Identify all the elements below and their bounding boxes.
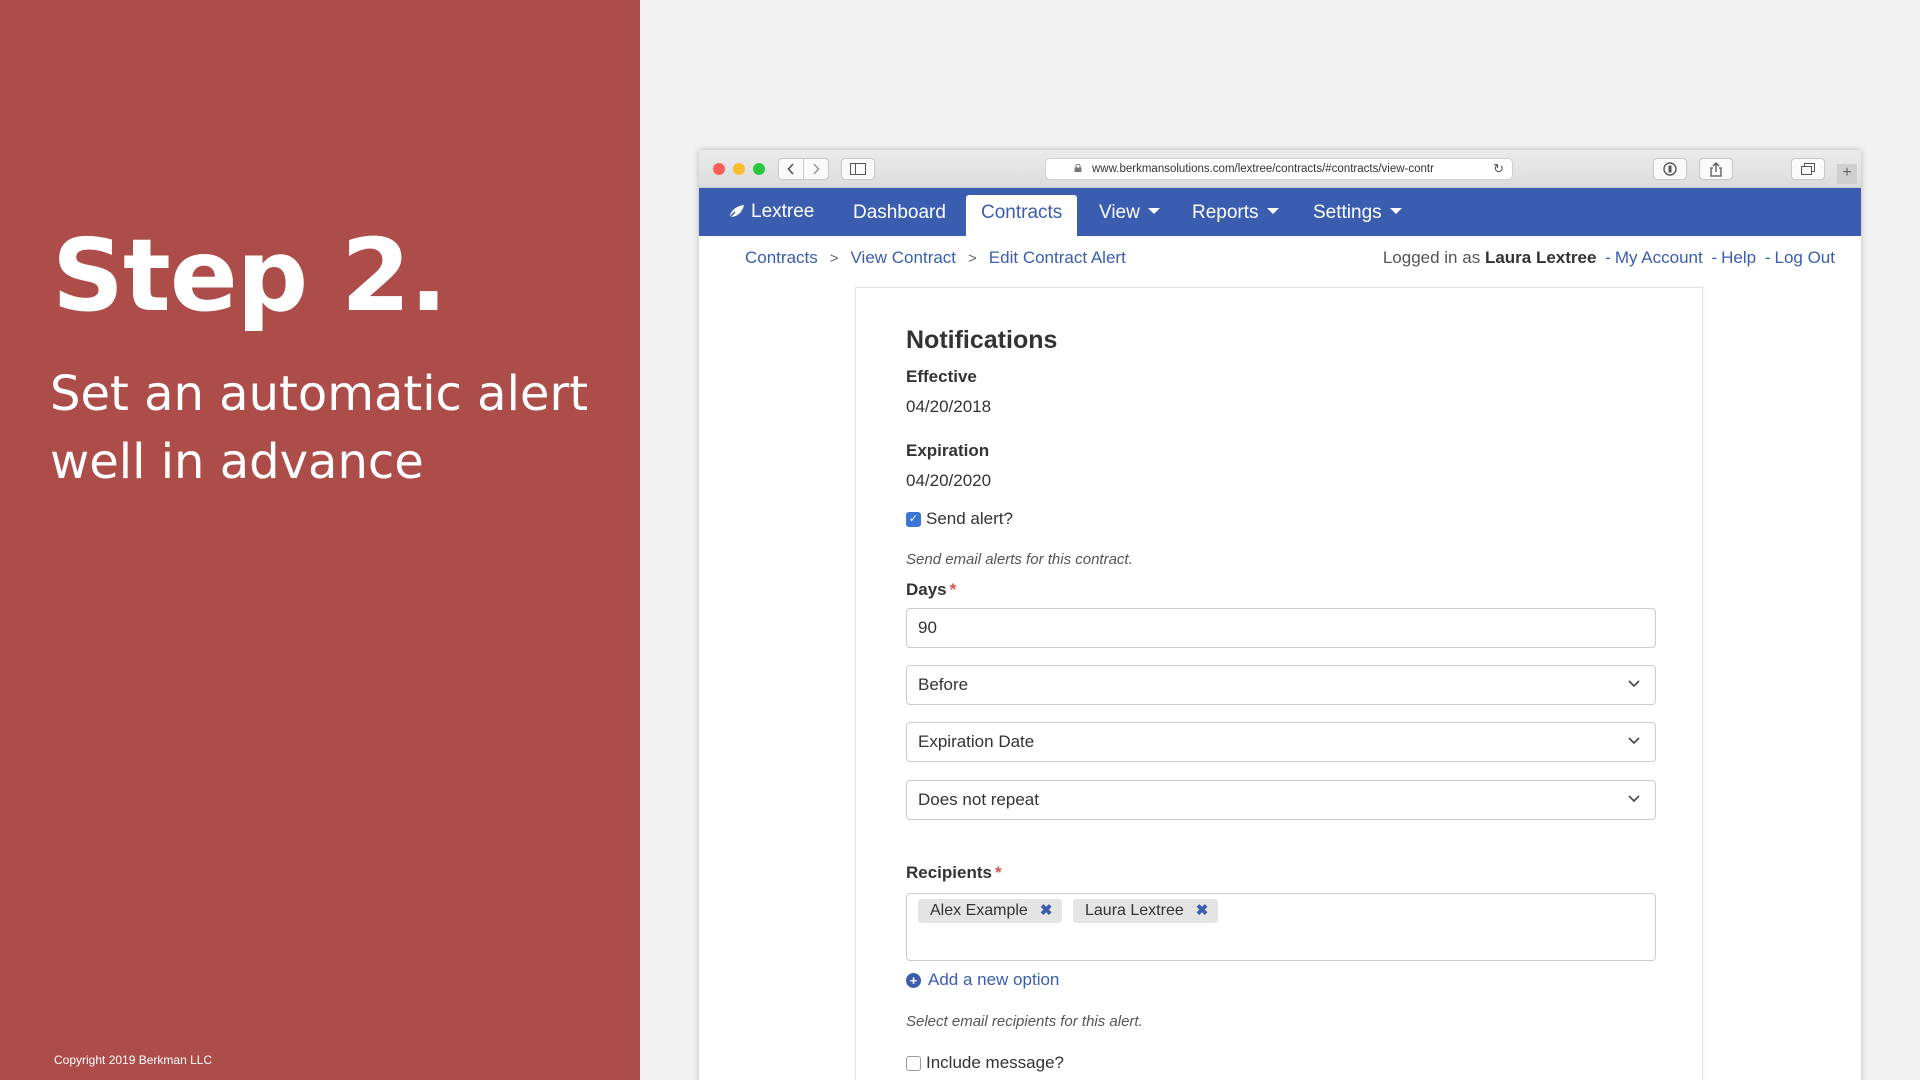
effective-value: 04/20/2018	[906, 397, 992, 416]
date-field-select[interactable]: Expiration Date	[906, 722, 1656, 762]
nav-brand[interactable]: Lextree	[727, 188, 814, 236]
new-tab-button[interactable]: +	[1837, 164, 1857, 184]
nav-reports-label: Reports	[1192, 202, 1259, 223]
repeat-select[interactable]: Does not repeat	[906, 780, 1656, 820]
send-alert-row[interactable]: ✓ Send alert?	[906, 509, 1013, 529]
recipient-tag-label: Alex Example	[930, 902, 1028, 919]
url-text: www.berkmansolutions.com/lextree/contrac…	[1092, 163, 1434, 175]
recipients-help: Select email recipients for this alert.	[906, 1013, 1143, 1030]
remove-recipient-icon[interactable]: ✖	[1040, 902, 1053, 919]
lock-icon	[1074, 164, 1082, 172]
nav-contracts[interactable]: Contracts	[966, 195, 1078, 236]
chevron-right-icon	[813, 163, 820, 175]
caret-down-icon	[1147, 207, 1160, 214]
nav-reports-menu[interactable]: Reports	[1192, 188, 1279, 236]
effective-label: Effective	[906, 367, 977, 386]
copyright-text: Copyright 2019 Berkman LLC	[54, 1053, 213, 1067]
close-window-button[interactable]	[713, 163, 725, 175]
separator: -	[1711, 248, 1718, 267]
caret-down-icon	[1389, 207, 1402, 214]
reload-icon[interactable]: ↻	[1493, 161, 1504, 177]
browser-titlebar: www.berkmansolutions.com/lextree/contrac…	[699, 150, 1861, 188]
send-alert-checkbox[interactable]: ✓	[906, 511, 921, 527]
nav-view-menu[interactable]: View	[1099, 188, 1160, 236]
zoom-window-button[interactable]	[753, 163, 765, 175]
separator: -	[1605, 248, 1611, 267]
sidebar-icon	[850, 163, 866, 175]
slide-panel: Step 2. Set an automatic alert well in a…	[0, 0, 640, 1080]
include-message-row[interactable]: Include message?	[906, 1053, 1064, 1073]
include-message-checkbox[interactable]	[906, 1055, 921, 1071]
privacy-report-button[interactable]	[1653, 158, 1687, 180]
breadcrumb: Contracts > View Contract > Edit Contract Al…	[745, 248, 1126, 268]
user-name: Laura Lextree	[1484, 248, 1597, 267]
recipients-label-text: Recipients	[906, 863, 992, 882]
nav-view-label: View	[1099, 202, 1140, 223]
add-option-label: Add a new option	[928, 970, 1060, 989]
breadcrumb-view-contract[interactable]: View Contract	[851, 248, 957, 267]
logged-in-prefix: Logged in as	[1382, 248, 1481, 267]
nav-settings-label: Settings	[1313, 202, 1382, 223]
send-alert-label: Send alert?	[926, 509, 1013, 528]
send-alert-help: Send email alerts for this contract.	[906, 551, 1133, 568]
days-input[interactable]: 90	[906, 608, 1656, 648]
back-button[interactable]	[778, 158, 804, 180]
recipient-tag-label: Laura Lextree	[1085, 902, 1184, 919]
tabs-icon	[1801, 163, 1815, 175]
recipients-label: Recipients *	[906, 863, 1002, 883]
days-label: Days *	[906, 580, 956, 600]
plus-circle-icon: +	[906, 972, 921, 988]
required-marker: *	[994, 863, 1002, 882]
help-link[interactable]: Help	[1721, 248, 1756, 267]
page-title: Notifications	[906, 326, 1058, 354]
expiration-value: 04/20/2020	[906, 471, 992, 490]
app-navbar: Lextree Dashboard Contracts View Reports…	[699, 188, 1861, 236]
separator: -	[1764, 248, 1771, 267]
chevron-down-icon	[1628, 680, 1640, 688]
include-message-label: Include message?	[926, 1053, 1064, 1072]
date-field-select-value: Expiration Date	[918, 732, 1035, 751]
brand-label: Lextree	[751, 201, 815, 222]
minimize-window-button[interactable]	[733, 163, 745, 175]
address-bar[interactable]: www.berkmansolutions.com/lextree/contrac…	[1045, 158, 1513, 180]
remove-recipient-icon[interactable]: ✖	[1196, 902, 1209, 919]
show-tabs-button[interactable]	[1791, 158, 1825, 180]
timing-select-value: Before	[918, 675, 969, 694]
step-subtitle: Set an automatic alert well in advance	[50, 366, 589, 490]
recipient-tag: Laura Lextree ✖	[1073, 899, 1219, 923]
share-icon	[1710, 161, 1722, 177]
add-option-link[interactable]: + Add a new option	[906, 970, 1059, 990]
breadcrumb-edit-contract-alert[interactable]: Edit Contract Alert	[989, 248, 1126, 267]
chevron-right-icon: >	[829, 250, 839, 267]
caret-down-icon	[1266, 207, 1279, 214]
browser-window: www.berkmansolutions.com/lextree/contrac…	[699, 150, 1861, 1080]
logout-link[interactable]: Log Out	[1775, 248, 1836, 267]
sidebar-toggle-button[interactable]	[841, 158, 875, 180]
breadcrumb-contracts[interactable]: Contracts	[745, 248, 818, 267]
nav-settings-menu[interactable]: Settings	[1313, 188, 1402, 236]
nav-dashboard[interactable]: Dashboard	[853, 188, 946, 236]
required-marker: *	[949, 580, 957, 599]
notifications-card: Notifications Effective 04/20/2018 Expir…	[855, 287, 1703, 1080]
leaf-icon	[727, 205, 744, 220]
chevron-down-icon	[1628, 737, 1640, 745]
recipient-tag: Alex Example ✖	[918, 899, 1063, 923]
chevron-down-icon	[1628, 795, 1640, 803]
recipients-input[interactable]: Alex Example ✖ Laura Lextree ✖	[906, 893, 1656, 961]
my-account-link[interactable]: My Account	[1615, 248, 1703, 267]
repeat-select-value: Does not repeat	[918, 790, 1039, 809]
days-label-text: Days	[906, 580, 947, 599]
expiration-label: Expiration	[906, 441, 990, 460]
user-bar: Logged in as Laura Lextree - My Account -…	[1383, 248, 1835, 268]
forward-button[interactable]	[803, 158, 829, 180]
shield-icon	[1663, 162, 1677, 176]
chevron-left-icon	[787, 163, 794, 175]
chevron-right-icon: >	[968, 250, 977, 267]
step-title: Step 2.	[52, 217, 448, 334]
share-button[interactable]	[1699, 158, 1733, 180]
timing-select[interactable]: Before	[906, 665, 1656, 705]
